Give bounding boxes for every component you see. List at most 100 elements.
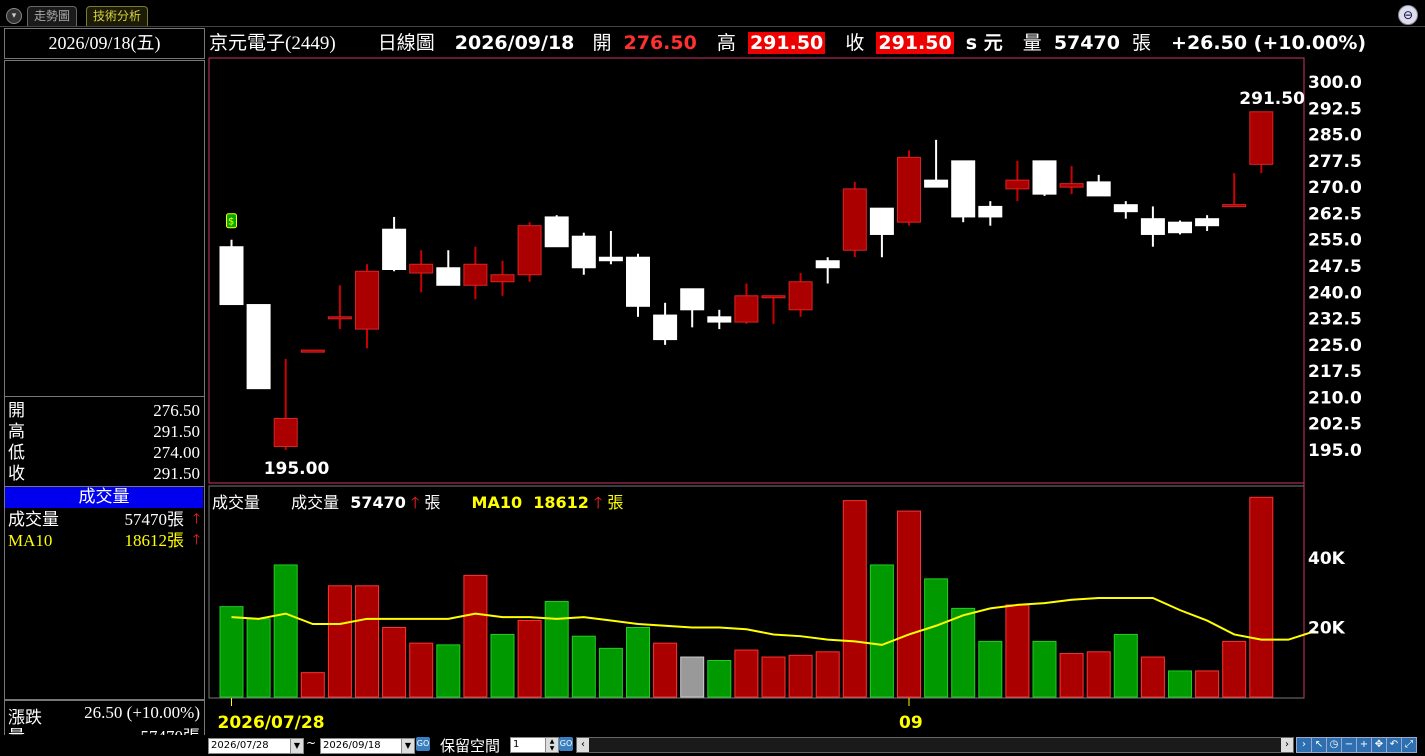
volume-bar bbox=[246, 618, 271, 698]
volume-bar bbox=[1168, 670, 1192, 698]
candle-body bbox=[1249, 111, 1274, 165]
volume-bar bbox=[517, 620, 542, 698]
end-date-arrow-icon[interactable]: ▼ bbox=[401, 739, 414, 753]
candle-body bbox=[463, 263, 488, 286]
keep-space-label: 保留空間 bbox=[440, 739, 501, 755]
volume-bar bbox=[544, 600, 569, 698]
end-date-select[interactable]: 2026/09/18 ▼ bbox=[320, 738, 415, 754]
candle-body bbox=[1086, 181, 1111, 197]
candle-body bbox=[951, 160, 976, 218]
go-button[interactable]: GO bbox=[416, 737, 430, 751]
y-tick-label: 270.0 bbox=[1308, 178, 1362, 198]
candle-body bbox=[327, 316, 352, 320]
volume-bar bbox=[355, 585, 379, 698]
candle-body bbox=[382, 228, 407, 271]
candle-body bbox=[788, 281, 813, 311]
volume-bar bbox=[815, 651, 840, 698]
candle-body bbox=[1222, 204, 1247, 208]
volume-bar bbox=[490, 633, 515, 698]
volume-bar bbox=[571, 635, 596, 698]
candle-body bbox=[544, 216, 569, 248]
y-ticks-group: 300.0 292.5 285.0 277.5 270.0 262.5 255.0 247.5… bbox=[1308, 73, 1362, 639]
y-tick-label: 300.0 bbox=[1308, 73, 1362, 93]
dividend-icon-glyph: $ bbox=[228, 217, 234, 228]
candle-body bbox=[1168, 221, 1192, 234]
start-date-select[interactable]: 2026/07/28 ▼ bbox=[208, 738, 304, 754]
plus-icon[interactable]: + bbox=[1356, 737, 1372, 753]
candle-body bbox=[571, 235, 596, 269]
volume-bar bbox=[598, 647, 623, 698]
volume-bar bbox=[951, 607, 976, 698]
y-tick-label: 195.0 bbox=[1308, 441, 1362, 461]
volume-bar bbox=[409, 642, 434, 698]
keep-space-spinner-icon[interactable]: ▲ ▼ bbox=[545, 737, 559, 753]
volume-bar bbox=[1249, 496, 1274, 698]
volume-bar bbox=[219, 606, 244, 698]
x-label: 09 bbox=[899, 713, 923, 733]
volume-bar bbox=[1140, 656, 1165, 698]
price-annotation: 291.50 bbox=[1239, 89, 1305, 109]
y-tick-label: 277.5 bbox=[1308, 152, 1362, 172]
chart-svg[interactable]: 300.0 292.5 285.0 277.5 270.0 262.5 255.0 247.5… bbox=[0, 0, 1425, 756]
volume-bar bbox=[327, 585, 352, 698]
go-button-2[interactable]: GO bbox=[559, 737, 573, 751]
start-date-value: 2026/07/28 bbox=[211, 740, 269, 751]
x-labels-group: 2026/07/28 09 bbox=[218, 698, 923, 733]
keep-space-input[interactable]: 1 bbox=[510, 737, 546, 753]
y-tick-label: 217.5 bbox=[1308, 362, 1362, 382]
candle-body bbox=[300, 349, 325, 353]
volume-bar bbox=[1059, 653, 1084, 698]
x-label: 2026/07/28 bbox=[218, 713, 325, 733]
volume-bar bbox=[463, 574, 488, 698]
candle-body bbox=[273, 417, 298, 447]
candle-body bbox=[219, 246, 244, 306]
start-date-arrow-icon[interactable]: ▼ bbox=[290, 739, 303, 753]
y-tick-label: 210.0 bbox=[1308, 388, 1362, 408]
candle-body bbox=[1113, 204, 1138, 213]
candle-body bbox=[978, 205, 1003, 218]
volume-bar bbox=[1032, 640, 1057, 698]
candle-body bbox=[869, 207, 894, 235]
minus-icon[interactable]: − bbox=[1341, 737, 1357, 753]
y-tick-label: 285.0 bbox=[1308, 126, 1362, 146]
y-tick-label: 240.0 bbox=[1308, 283, 1362, 303]
arrow-upleft-icon[interactable]: ↖ bbox=[1311, 737, 1327, 753]
candle-body bbox=[897, 156, 921, 223]
scroll-left-icon[interactable]: ‹ bbox=[577, 738, 589, 752]
volume-bar bbox=[1005, 604, 1030, 698]
price-annotation: 195.00 bbox=[264, 459, 330, 479]
volume-bar bbox=[761, 656, 786, 698]
volume-tick-label: 20K bbox=[1308, 619, 1346, 639]
fit-icon[interactable]: ⤢ bbox=[1401, 737, 1417, 753]
candles-group bbox=[219, 111, 1274, 450]
candle-body bbox=[1195, 218, 1220, 227]
volume-tick-label: 40K bbox=[1308, 549, 1346, 569]
candle-body bbox=[490, 274, 515, 283]
candle-body bbox=[246, 304, 271, 390]
y-tick-label: 225.0 bbox=[1308, 336, 1362, 356]
candle-body bbox=[761, 295, 786, 299]
volume-bar bbox=[707, 660, 732, 698]
candle-body bbox=[680, 288, 705, 311]
candle-body bbox=[653, 314, 678, 341]
y-tick-label: 292.5 bbox=[1308, 99, 1362, 119]
y-tick-label: 247.5 bbox=[1308, 257, 1362, 277]
y-tick-label: 232.5 bbox=[1308, 310, 1362, 330]
scroll-right-icon[interactable]: › bbox=[1281, 738, 1293, 752]
move-icon[interactable]: ✥ bbox=[1371, 737, 1387, 753]
volume-bar bbox=[924, 578, 949, 698]
y-tick-label: 202.5 bbox=[1308, 415, 1362, 435]
volume-bar bbox=[1113, 633, 1138, 698]
clock-icon[interactable]: ◷ bbox=[1326, 737, 1342, 753]
volume-bar bbox=[1222, 640, 1247, 698]
volume-bar bbox=[680, 656, 705, 698]
price-chart-frame bbox=[208, 57, 1305, 484]
volume-bar bbox=[788, 654, 813, 698]
arrow-right-icon[interactable]: › bbox=[1296, 737, 1312, 753]
y-tick-label: 255.0 bbox=[1308, 231, 1362, 251]
candle-body bbox=[355, 270, 379, 330]
undo-icon[interactable]: ↶ bbox=[1386, 737, 1402, 753]
volume-bar bbox=[842, 500, 867, 698]
horizontal-scrollbar[interactable]: ‹ › bbox=[576, 737, 1294, 753]
volume-bar bbox=[734, 649, 759, 698]
